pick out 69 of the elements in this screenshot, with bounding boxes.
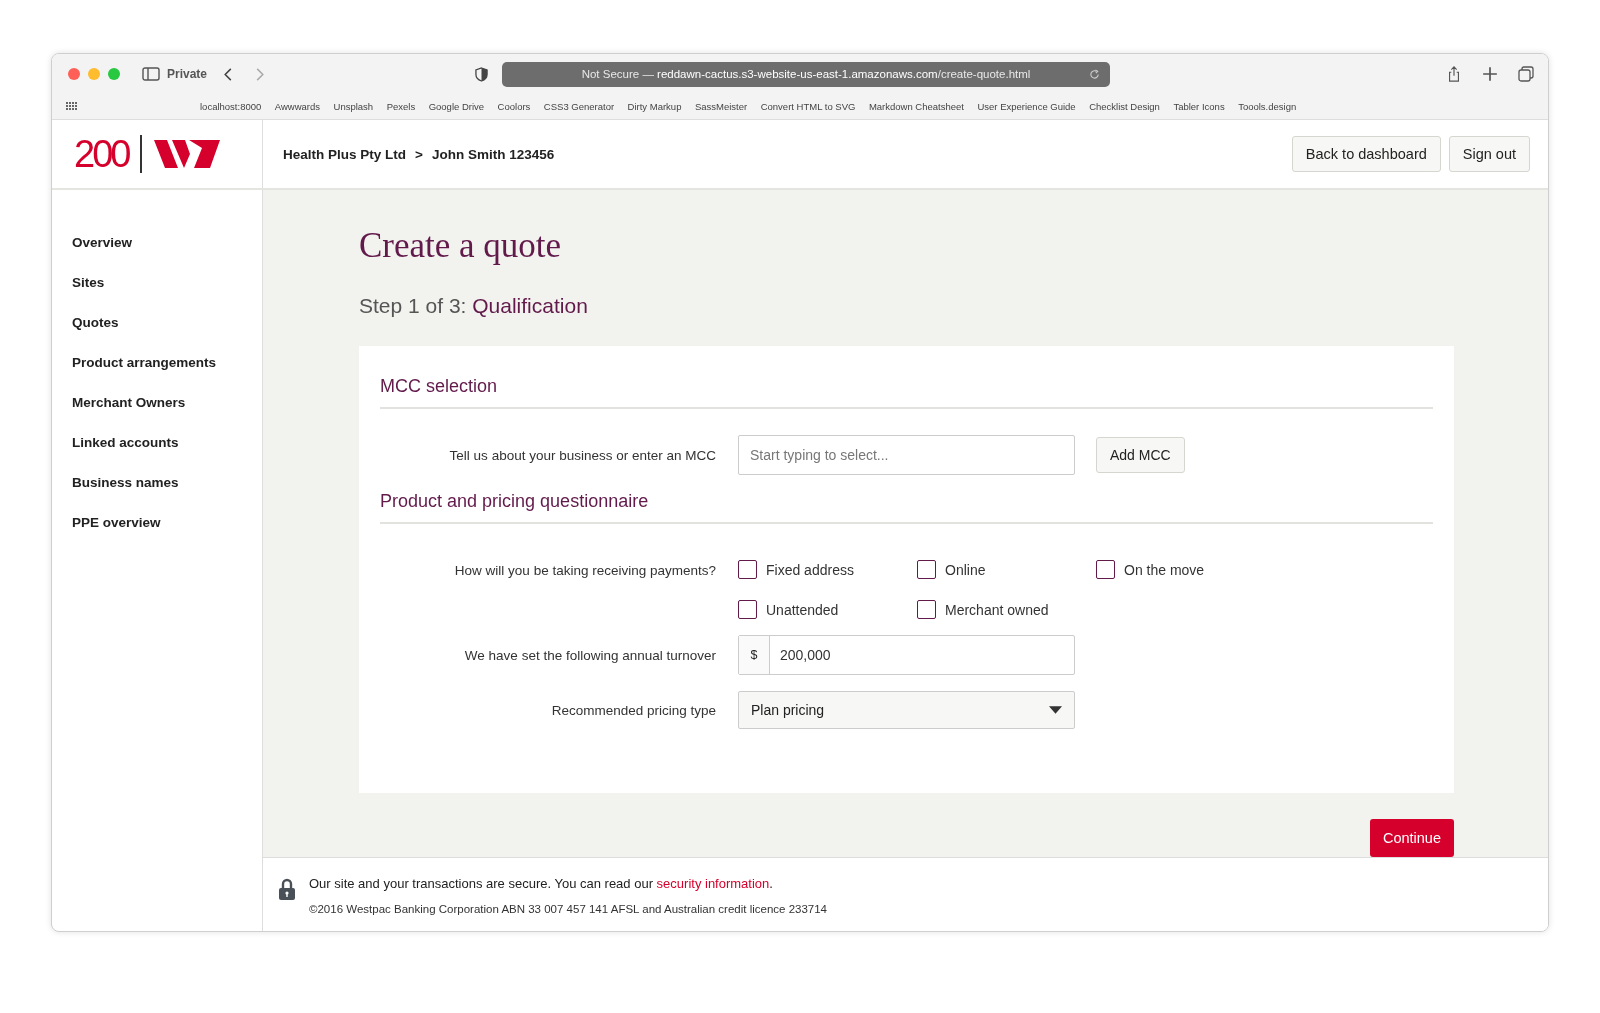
logo-icon bbox=[154, 140, 221, 168]
checkbox-label: Online bbox=[945, 561, 986, 578]
checkbox-label: On the move bbox=[1124, 561, 1205, 578]
bookmark-link[interactable]: CSS3 Generator bbox=[543, 100, 615, 112]
section-heading: Product and pricing questionnaire bbox=[380, 491, 1433, 524]
sidebar-item[interactable]: Overview bbox=[72, 234, 262, 252]
breadcrumb-current: John Smith 123456 bbox=[431, 146, 555, 162]
checkbox[interactable] bbox=[1096, 560, 1115, 579]
field-label: How will you be taking receiving payments? bbox=[453, 562, 717, 578]
header-button[interactable]: Back to dashboard bbox=[1291, 136, 1441, 172]
security-notice: Our site and your transactions are secure. You can read our security information. bbox=[309, 876, 774, 891]
share-icon[interactable] bbox=[1446, 66, 1462, 82]
step-name: Qualification bbox=[472, 294, 588, 317]
bookmark-link[interactable]: Markdown Cheatsheet bbox=[868, 100, 964, 112]
breadcrumb-link[interactable]: Health Plus Pty Ltd bbox=[283, 146, 407, 162]
checkbox[interactable] bbox=[738, 600, 757, 619]
address-bar[interactable]: Not Secure — reddawn-cactus.s3-website-us-east-1.amazonaws.com/create-quote.html bbox=[502, 61, 1111, 87]
bookmark-link[interactable]: Awwwards bbox=[274, 100, 320, 112]
sidebar-item[interactable]: PPE overview bbox=[72, 514, 262, 532]
field-label: Tell us about your business or enter an MCC bbox=[448, 447, 717, 463]
checkbox-label: Unattended bbox=[766, 601, 839, 618]
bookmark-link[interactable]: Dirty Markup bbox=[627, 100, 682, 112]
caret-icon bbox=[1049, 706, 1062, 714]
mcc-search-field[interactable]: Start typing to select... bbox=[738, 435, 1075, 475]
lock-icon bbox=[279, 878, 295, 900]
header-button[interactable]: Sign out bbox=[1448, 136, 1530, 172]
sidebar-item[interactable]: Product arrangements bbox=[72, 354, 262, 372]
pricing-dropdown[interactable]: Plan pricing bbox=[738, 691, 1075, 729]
checkbox[interactable] bbox=[738, 560, 757, 579]
shield-icon[interactable] bbox=[475, 66, 489, 82]
logo-text: 200 bbox=[74, 132, 129, 176]
checkbox[interactable] bbox=[917, 600, 936, 619]
continue-button[interactable]: Continue bbox=[1369, 819, 1454, 857]
add-mcc-button[interactable]: Add MCC bbox=[1096, 437, 1185, 473]
field-label: Recommended pricing type bbox=[550, 702, 717, 718]
sidebar-item[interactable]: Merchant Owners bbox=[72, 394, 262, 412]
apps-grid-icon[interactable] bbox=[66, 102, 78, 110]
bookmark-link[interactable]: SassMeister bbox=[694, 100, 748, 112]
tabs-icon[interactable] bbox=[1518, 66, 1534, 82]
breadcrumb-separator: > bbox=[415, 146, 423, 162]
sidebar-item[interactable]: Business names bbox=[72, 474, 262, 492]
bookmark-link[interactable]: Toools.design bbox=[1238, 100, 1297, 112]
bookmark-link[interactable]: Tabler Icons bbox=[1173, 100, 1225, 112]
bookmark-link[interactable]: Google Drive bbox=[428, 100, 485, 112]
sidebar-item[interactable]: Linked accounts bbox=[72, 434, 262, 452]
sidebar-item[interactable]: Sites bbox=[72, 274, 262, 292]
sidebar-icon[interactable] bbox=[142, 67, 160, 81]
bookmark-link[interactable]: Pexels bbox=[386, 100, 416, 112]
checkbox[interactable] bbox=[917, 560, 936, 579]
sidebar-item[interactable]: Quotes bbox=[72, 314, 262, 332]
page-title: Create a quote bbox=[359, 226, 563, 266]
bookmark-link[interactable]: User Experience Guide bbox=[977, 100, 1076, 112]
bookmark-link[interactable]: Convert HTML to SVG bbox=[760, 100, 856, 112]
bookmark-link[interactable]: localhost:8000 bbox=[200, 100, 262, 112]
step-label: Step 1 of 3: bbox=[359, 294, 467, 317]
copyright-text: ©2016 Westpac Banking Corporation ABN 33 007 457 141 AFSL and Australian credit licence 233714 bbox=[309, 903, 827, 915]
turnover-field[interactable]: $ 200,000 bbox=[738, 635, 1075, 675]
close-control[interactable] bbox=[68, 68, 80, 80]
bookmark-link[interactable]: Checklist Design bbox=[1089, 100, 1160, 112]
section-heading: MCC selection bbox=[380, 376, 1433, 409]
plus-icon[interactable] bbox=[1482, 66, 1498, 82]
field-label: We have set the following annual turnover bbox=[463, 647, 717, 663]
checkbox-label: Merchant owned bbox=[945, 601, 1049, 618]
bookmark-link[interactable]: Unsplash bbox=[333, 100, 374, 112]
checkbox-label: Fixed address bbox=[766, 561, 854, 578]
tab-label: Private bbox=[167, 67, 208, 81]
back-icon[interactable] bbox=[223, 66, 234, 82]
bookmark-link[interactable]: Coolors bbox=[497, 100, 531, 112]
reload-icon[interactable] bbox=[1089, 68, 1101, 80]
